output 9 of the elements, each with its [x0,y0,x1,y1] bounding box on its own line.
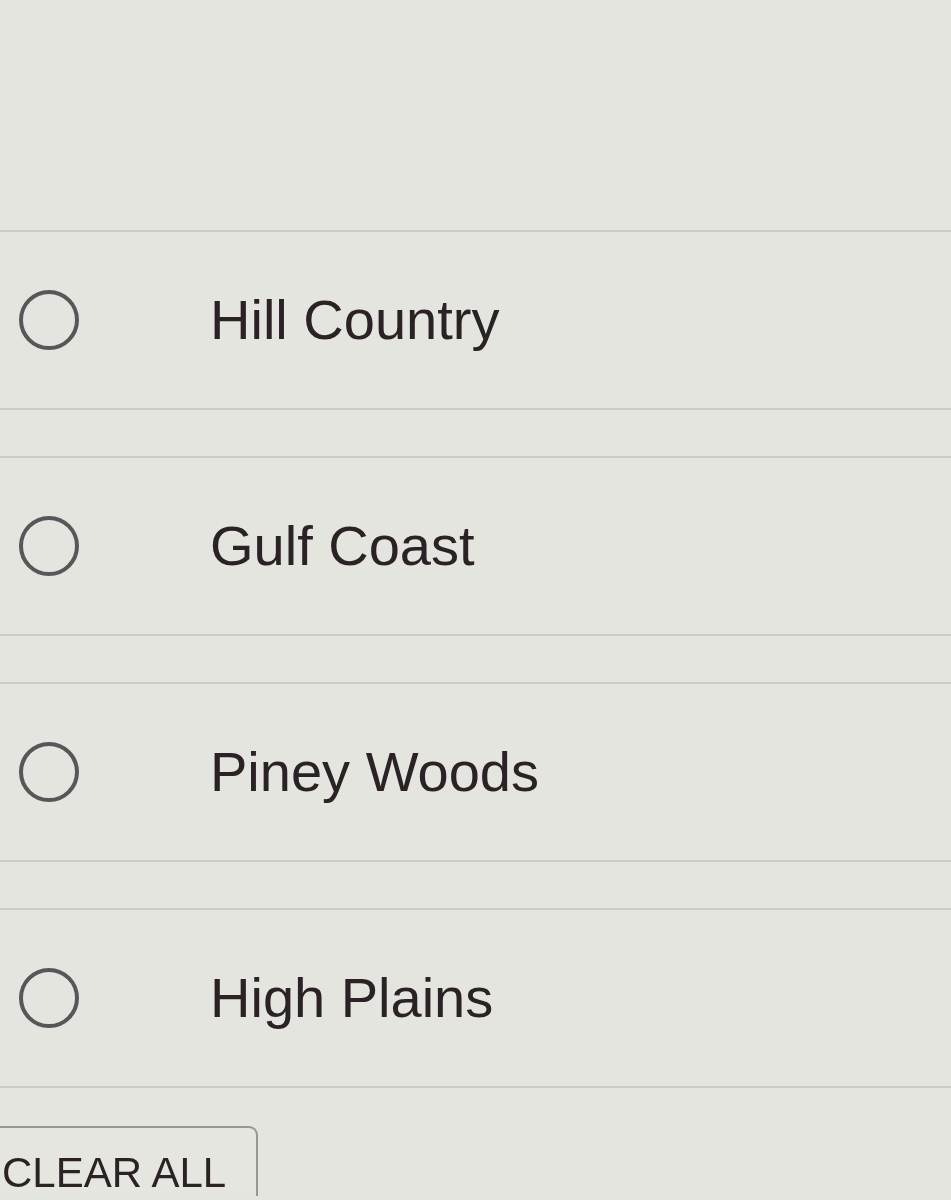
option-label: Piney Woods [210,739,539,805]
option-label: Gulf Coast [210,513,475,579]
option-label: High Plains [210,965,494,1031]
clear-all-button[interactable]: CLEAR ALL [0,1126,259,1196]
radio-button[interactable] [18,289,80,351]
option-label: Hill Country [210,287,500,353]
radio-button[interactable] [18,741,80,803]
radio-button[interactable] [18,967,80,1029]
radio-button[interactable] [18,515,80,577]
